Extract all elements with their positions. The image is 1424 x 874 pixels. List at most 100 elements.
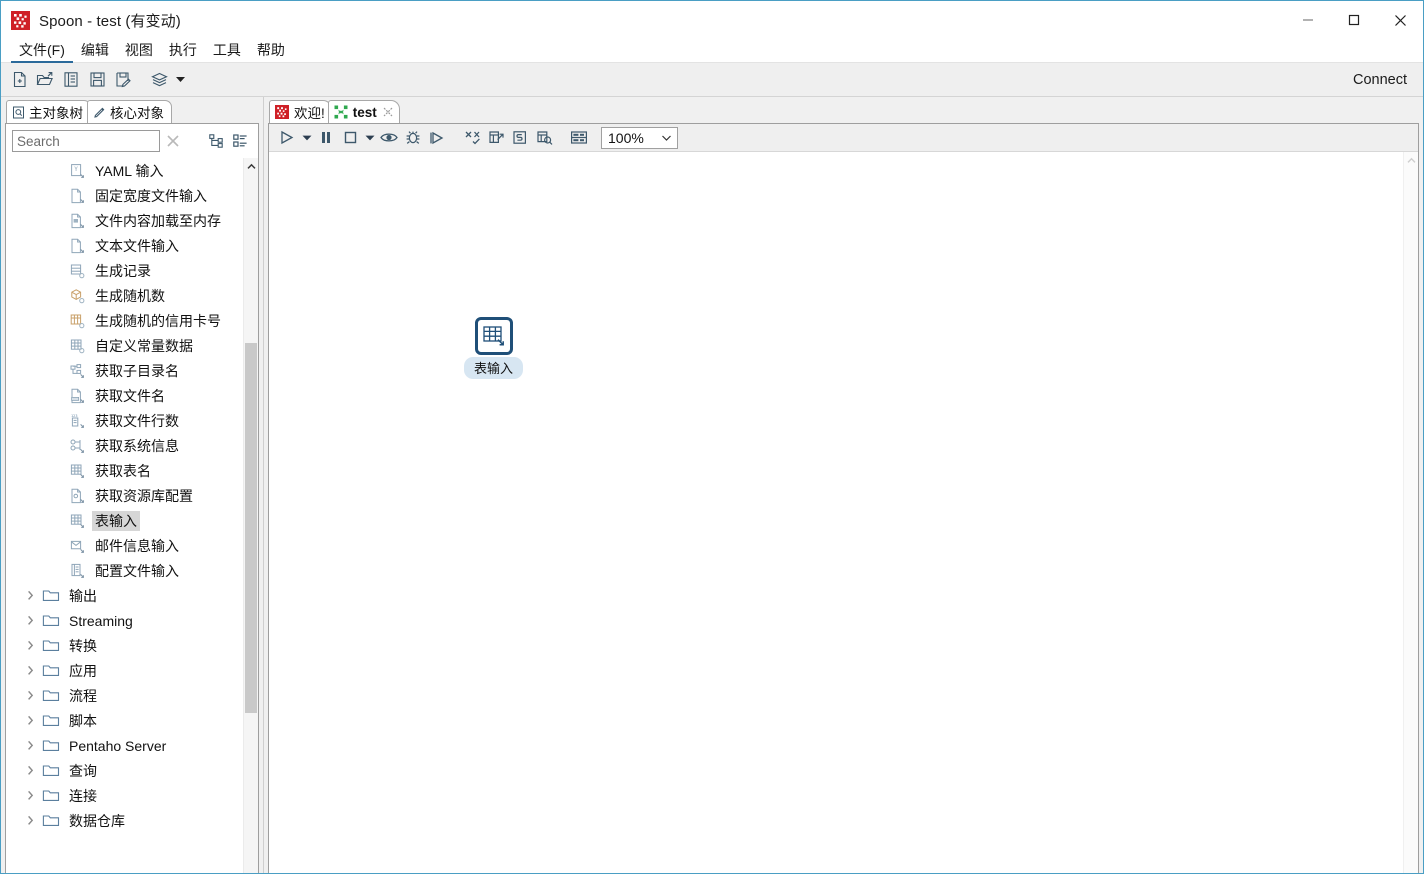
get-subfolder-icon (66, 363, 88, 379)
repository-config-icon (66, 488, 88, 504)
tree-item-label: 表输入 (92, 510, 140, 531)
tree-folder-row[interactable]: Pentaho Server (6, 733, 243, 758)
chevron-right-icon[interactable] (20, 740, 40, 751)
tree-item-row[interactable]: 123 获取文件行数 (6, 408, 243, 433)
tree-item-label: 邮件信息输入 (95, 537, 179, 554)
chevron-right-icon[interactable] (20, 815, 40, 826)
tree-folder-row[interactable]: 脚本 (6, 708, 243, 733)
search-input[interactable] (12, 130, 160, 152)
tree-vertical-scrollbar[interactable] (243, 158, 258, 873)
canvas-toolbar: 100% (269, 124, 1418, 152)
text-file-input-icon (66, 238, 88, 254)
tab-welcome[interactable]: 欢迎! (269, 100, 332, 123)
tree-item-row[interactable]: 邮件信息输入 (6, 533, 243, 558)
tree-item-row[interactable]: 获取系统信息 (6, 433, 243, 458)
step-table-input[interactable]: 表输入 (464, 317, 524, 379)
sql-button[interactable] (508, 126, 532, 150)
zoom-select[interactable]: 100% (601, 126, 678, 149)
pause-button[interactable] (314, 126, 338, 150)
expand-tree-icon[interactable] (204, 129, 228, 153)
maximize-button[interactable] (1331, 1, 1377, 39)
tree-item-label: 流程 (69, 687, 97, 704)
run-options-caret-icon[interactable] (299, 126, 314, 150)
transformation-canvas[interactable]: 表输入 (269, 152, 1418, 873)
canvas-scroll-up-icon[interactable] (1404, 152, 1418, 168)
new-button[interactable] (6, 67, 32, 93)
load-file-memory-icon (66, 213, 88, 229)
verify-button[interactable] (460, 126, 484, 150)
stop-button[interactable] (338, 126, 362, 150)
chevron-right-icon[interactable] (20, 715, 40, 726)
fixed-width-file-icon (66, 188, 88, 204)
tab-test[interactable]: test (327, 100, 400, 123)
chevron-right-icon[interactable] (20, 665, 40, 676)
run-button[interactable] (275, 126, 299, 150)
chevron-down-icon[interactable] (661, 128, 672, 148)
stop-options-caret-icon[interactable] (362, 126, 377, 150)
tree-item-row[interactable]: 文件内容加载至内存 (6, 208, 243, 233)
chevron-right-icon[interactable] (20, 790, 40, 801)
minimize-button[interactable] (1285, 1, 1331, 39)
tree-item-row[interactable]: 获取子目录名 (6, 358, 243, 383)
menu-file[interactable]: 文件(F) (11, 38, 73, 63)
save-as-button[interactable] (110, 67, 136, 93)
chevron-right-icon[interactable] (20, 640, 40, 651)
tree-item-row[interactable]: Y YAML 输入 (6, 158, 243, 183)
show-grid-button[interactable] (567, 126, 591, 150)
tree-folder-row[interactable]: 输出 (6, 583, 243, 608)
menu-help[interactable]: 帮助 (249, 38, 293, 63)
tree-item-row[interactable]: 配置文件输入 (6, 558, 243, 583)
table-input-step-icon[interactable] (474, 317, 513, 355)
chevron-right-icon[interactable] (20, 615, 40, 626)
save-button[interactable] (84, 67, 110, 93)
menu-edit[interactable]: 编辑 (73, 38, 117, 63)
tree-item-row[interactable]: 表输入 (6, 508, 243, 533)
connect-button[interactable]: Connect (1353, 72, 1407, 88)
get-file-rowcount-icon: 123 (66, 413, 88, 429)
tab-main-object-tree[interactable]: 主对象树 (6, 100, 91, 123)
tree-folder-row[interactable]: Streaming (6, 608, 243, 633)
tree-folder-row[interactable]: 数据仓库 (6, 808, 243, 833)
menu-run[interactable]: 执行 (161, 38, 205, 63)
tree-item-row[interactable]: 获取表名 (6, 458, 243, 483)
tree-item-row[interactable]: 获取文件名 (6, 383, 243, 408)
chevron-right-icon[interactable] (20, 590, 40, 601)
chevron-right-icon[interactable] (20, 765, 40, 776)
tree-item-row[interactable]: 生成随机数 (6, 283, 243, 308)
tree-folder-row[interactable]: 连接 (6, 783, 243, 808)
debug-button[interactable] (401, 126, 425, 150)
canvas-vertical-scrollbar[interactable] (1403, 152, 1418, 873)
tree-item-row[interactable]: 固定宽度文件输入 (6, 183, 243, 208)
tree-item-label: Pentaho Server (69, 737, 167, 754)
tree-item-row[interactable]: 生成随机的信用卡号 (6, 308, 243, 333)
replay-button[interactable] (425, 126, 449, 150)
scroll-up-icon[interactable] (244, 158, 258, 174)
perspective-caret-icon[interactable] (172, 67, 188, 93)
tree-item-row[interactable]: 获取资源库配置 (6, 483, 243, 508)
tree-folder-row[interactable]: 转换 (6, 633, 243, 658)
collapse-tree-icon[interactable] (228, 129, 252, 153)
tree-folder-row[interactable]: 流程 (6, 683, 243, 708)
explore-button[interactable] (58, 67, 84, 93)
impact-button[interactable] (484, 126, 508, 150)
folder-icon (40, 763, 62, 778)
examine-button[interactable] (532, 126, 556, 150)
open-button[interactable] (32, 67, 58, 93)
close-tab-icon[interactable] (383, 107, 393, 117)
scroll-thumb[interactable] (245, 343, 257, 713)
tree-item-row[interactable]: 文本文件输入 (6, 233, 243, 258)
tree-item-row[interactable]: 自定义常量数据 (6, 333, 243, 358)
tree-folder-row[interactable]: 查询 (6, 758, 243, 783)
tree-folder-row[interactable]: 应用 (6, 658, 243, 683)
close-button[interactable] (1377, 1, 1423, 39)
menu-tools[interactable]: 工具 (205, 38, 249, 63)
tab-core-objects[interactable]: 核心对象 (87, 100, 172, 123)
chevron-right-icon[interactable] (20, 690, 40, 701)
clear-x-icon[interactable] (160, 129, 186, 153)
core-objects-tree[interactable]: Y YAML 输入 固定宽度文件输入 文件内容加载至内存 文本文件输入 生成记录 生成随机数… (6, 158, 258, 873)
layers-icon[interactable] (146, 67, 172, 93)
menu-view[interactable]: 视图 (117, 38, 161, 63)
tree-item-row[interactable]: 生成记录 (6, 258, 243, 283)
window-title: Spoon - test (有变动) (39, 12, 181, 30)
preview-button[interactable] (377, 126, 401, 150)
